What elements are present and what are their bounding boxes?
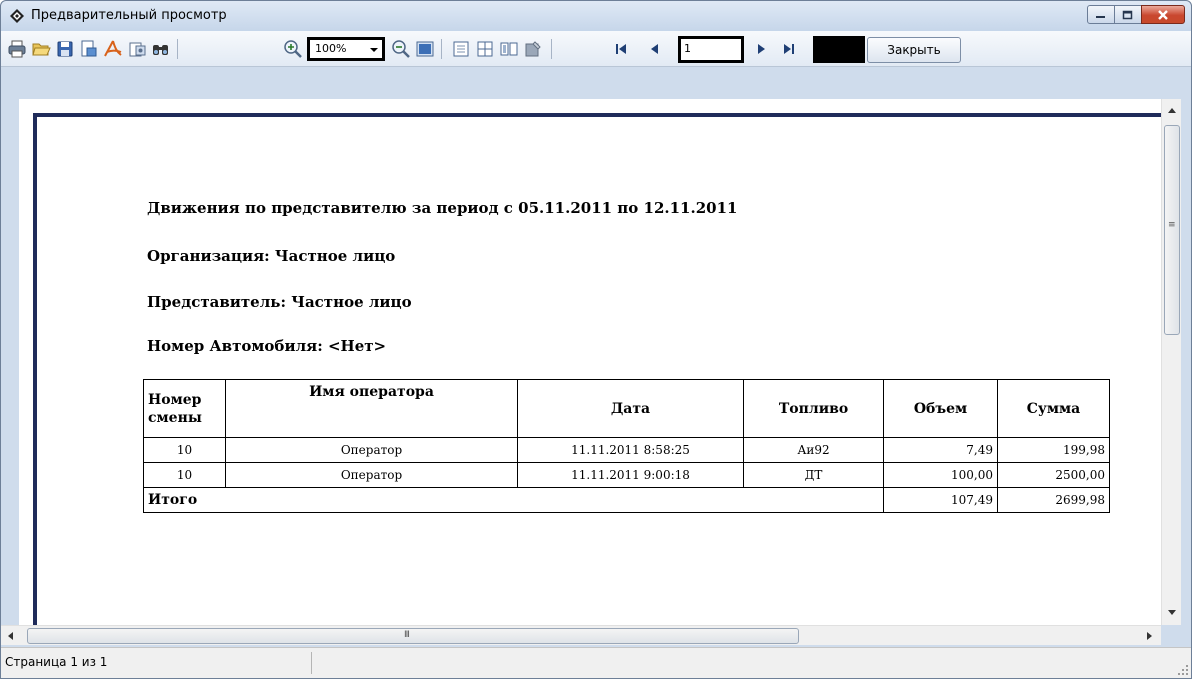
cell-shift: 10 (143, 437, 226, 463)
col-header-operator: Имя оператора (225, 379, 518, 438)
toolbar-separator (551, 39, 552, 59)
edit-icon[interactable] (523, 39, 543, 59)
zoom-value: 100% (315, 42, 347, 55)
status-bar: Страница 1 из 1 (1, 647, 1191, 678)
minimize-button[interactable] (1087, 5, 1115, 24)
page-view-icon[interactable] (415, 39, 435, 59)
col-header-shift: Номер смены (143, 379, 226, 438)
close-preview-button[interactable]: Закрыть (867, 37, 961, 63)
prev-page-icon[interactable] (645, 39, 665, 59)
scroll-grip: III (404, 630, 410, 640)
toolbar-separator (177, 39, 178, 59)
cell-fuel: ДТ (743, 462, 884, 488)
table-row: 10 Оператор 11.11.2011 8:58:25 Аи92 7,49… (143, 437, 1110, 463)
status-page-text: Страница 1 из 1 (5, 655, 108, 669)
minimize-icon (1096, 15, 1105, 18)
total-label: Итого (143, 487, 884, 513)
cell-date: 11.11.2011 9:00:18 (517, 462, 744, 488)
report-representative: Представитель: Частное лицо (147, 293, 412, 311)
zoom-combo[interactable]: 100% (307, 37, 385, 61)
report-page: Движения по представителю за период с 05… (33, 113, 1161, 625)
find-icon[interactable] (151, 39, 171, 59)
horizontal-scrollbar[interactable]: III (1, 625, 1161, 645)
toolbar: 100% 1 Закрыть (1, 31, 1191, 67)
scroll-left-icon[interactable] (7, 631, 15, 641)
cell-date: 11.11.2011 8:58:25 (517, 437, 744, 463)
col-header-amount: Сумма (997, 379, 1110, 438)
pdf-icon[interactable] (103, 39, 123, 59)
cell-shift: 10 (143, 462, 226, 488)
vertical-scroll-thumb[interactable]: ≡ (1164, 125, 1180, 335)
export-icon[interactable] (79, 39, 99, 59)
report-organization: Организация: Частное лицо (147, 247, 396, 265)
total-volume: 107,49 (883, 487, 998, 513)
resize-grip-icon[interactable] (1177, 664, 1189, 676)
mail-icon[interactable] (127, 39, 147, 59)
col-header-fuel: Топливо (743, 379, 884, 438)
cell-operator: Оператор (225, 462, 518, 488)
cell-volume: 7,49 (883, 437, 998, 463)
save-icon[interactable] (55, 39, 75, 59)
page-number-input[interactable]: 1 (678, 36, 744, 63)
cell-operator: Оператор (225, 437, 518, 463)
total-amount: 2699,98 (997, 487, 1110, 513)
title-bar[interactable]: Предварительный просмотр (1, 1, 1191, 31)
maximize-button[interactable] (1114, 5, 1142, 24)
cell-fuel: Аи92 (743, 437, 884, 463)
col-header-date: Дата (517, 379, 744, 438)
last-page-icon[interactable] (779, 39, 799, 59)
print-icon[interactable] (7, 39, 27, 59)
window-title: Предварительный просмотр (31, 8, 227, 23)
print-preview-window: Предварительный просмотр 100% 1 Закрыть … (0, 0, 1192, 679)
scroll-down-icon[interactable] (1167, 609, 1177, 617)
redacted-box (813, 36, 865, 63)
one-page-icon[interactable] (451, 39, 471, 59)
multi-page-icon[interactable] (475, 39, 495, 59)
scroll-grip: ≡ (1168, 220, 1175, 230)
status-separator (311, 652, 312, 674)
report-title: Движения по представителю за период с 05… (147, 199, 738, 217)
report-table: Номер смены Имя оператора Дата Топливо О… (143, 379, 1110, 513)
cell-volume: 100,00 (883, 462, 998, 488)
table-total-row: Итого 107,49 2699,98 (143, 487, 1110, 513)
close-window-button[interactable] (1141, 5, 1185, 24)
open-icon[interactable] (31, 39, 51, 59)
window-controls (1087, 5, 1185, 25)
report-car-number: Номер Автомобиля: <Нет> (147, 337, 387, 355)
chevron-down-icon (370, 48, 378, 52)
table-header-row: Номер смены Имя оператора Дата Топливо О… (143, 379, 1110, 438)
horizontal-scroll-thumb[interactable]: III (27, 628, 799, 644)
zoom-in-icon[interactable] (283, 39, 303, 59)
next-page-icon[interactable] (751, 39, 771, 59)
preview-viewport[interactable]: Движения по представителю за период с 05… (19, 99, 1161, 625)
outline-icon[interactable] (499, 39, 519, 59)
close-icon (1158, 9, 1168, 20)
vertical-scrollbar[interactable]: ≡ (1161, 99, 1181, 625)
scroll-right-icon[interactable] (1145, 631, 1153, 641)
cell-amount: 2500,00 (997, 462, 1110, 488)
maximize-icon (1122, 10, 1133, 19)
toolbar-separator (441, 39, 442, 59)
first-page-icon[interactable] (611, 39, 631, 59)
page-number-value: 1 (684, 42, 691, 55)
table-row: 10 Оператор 11.11.2011 9:00:18 ДТ 100,00… (143, 462, 1110, 488)
scroll-up-icon[interactable] (1167, 107, 1177, 115)
cell-amount: 199,98 (997, 437, 1110, 463)
app-diamond-icon (10, 9, 24, 23)
col-header-volume: Объем (883, 379, 998, 438)
zoom-out-icon[interactable] (391, 39, 411, 59)
